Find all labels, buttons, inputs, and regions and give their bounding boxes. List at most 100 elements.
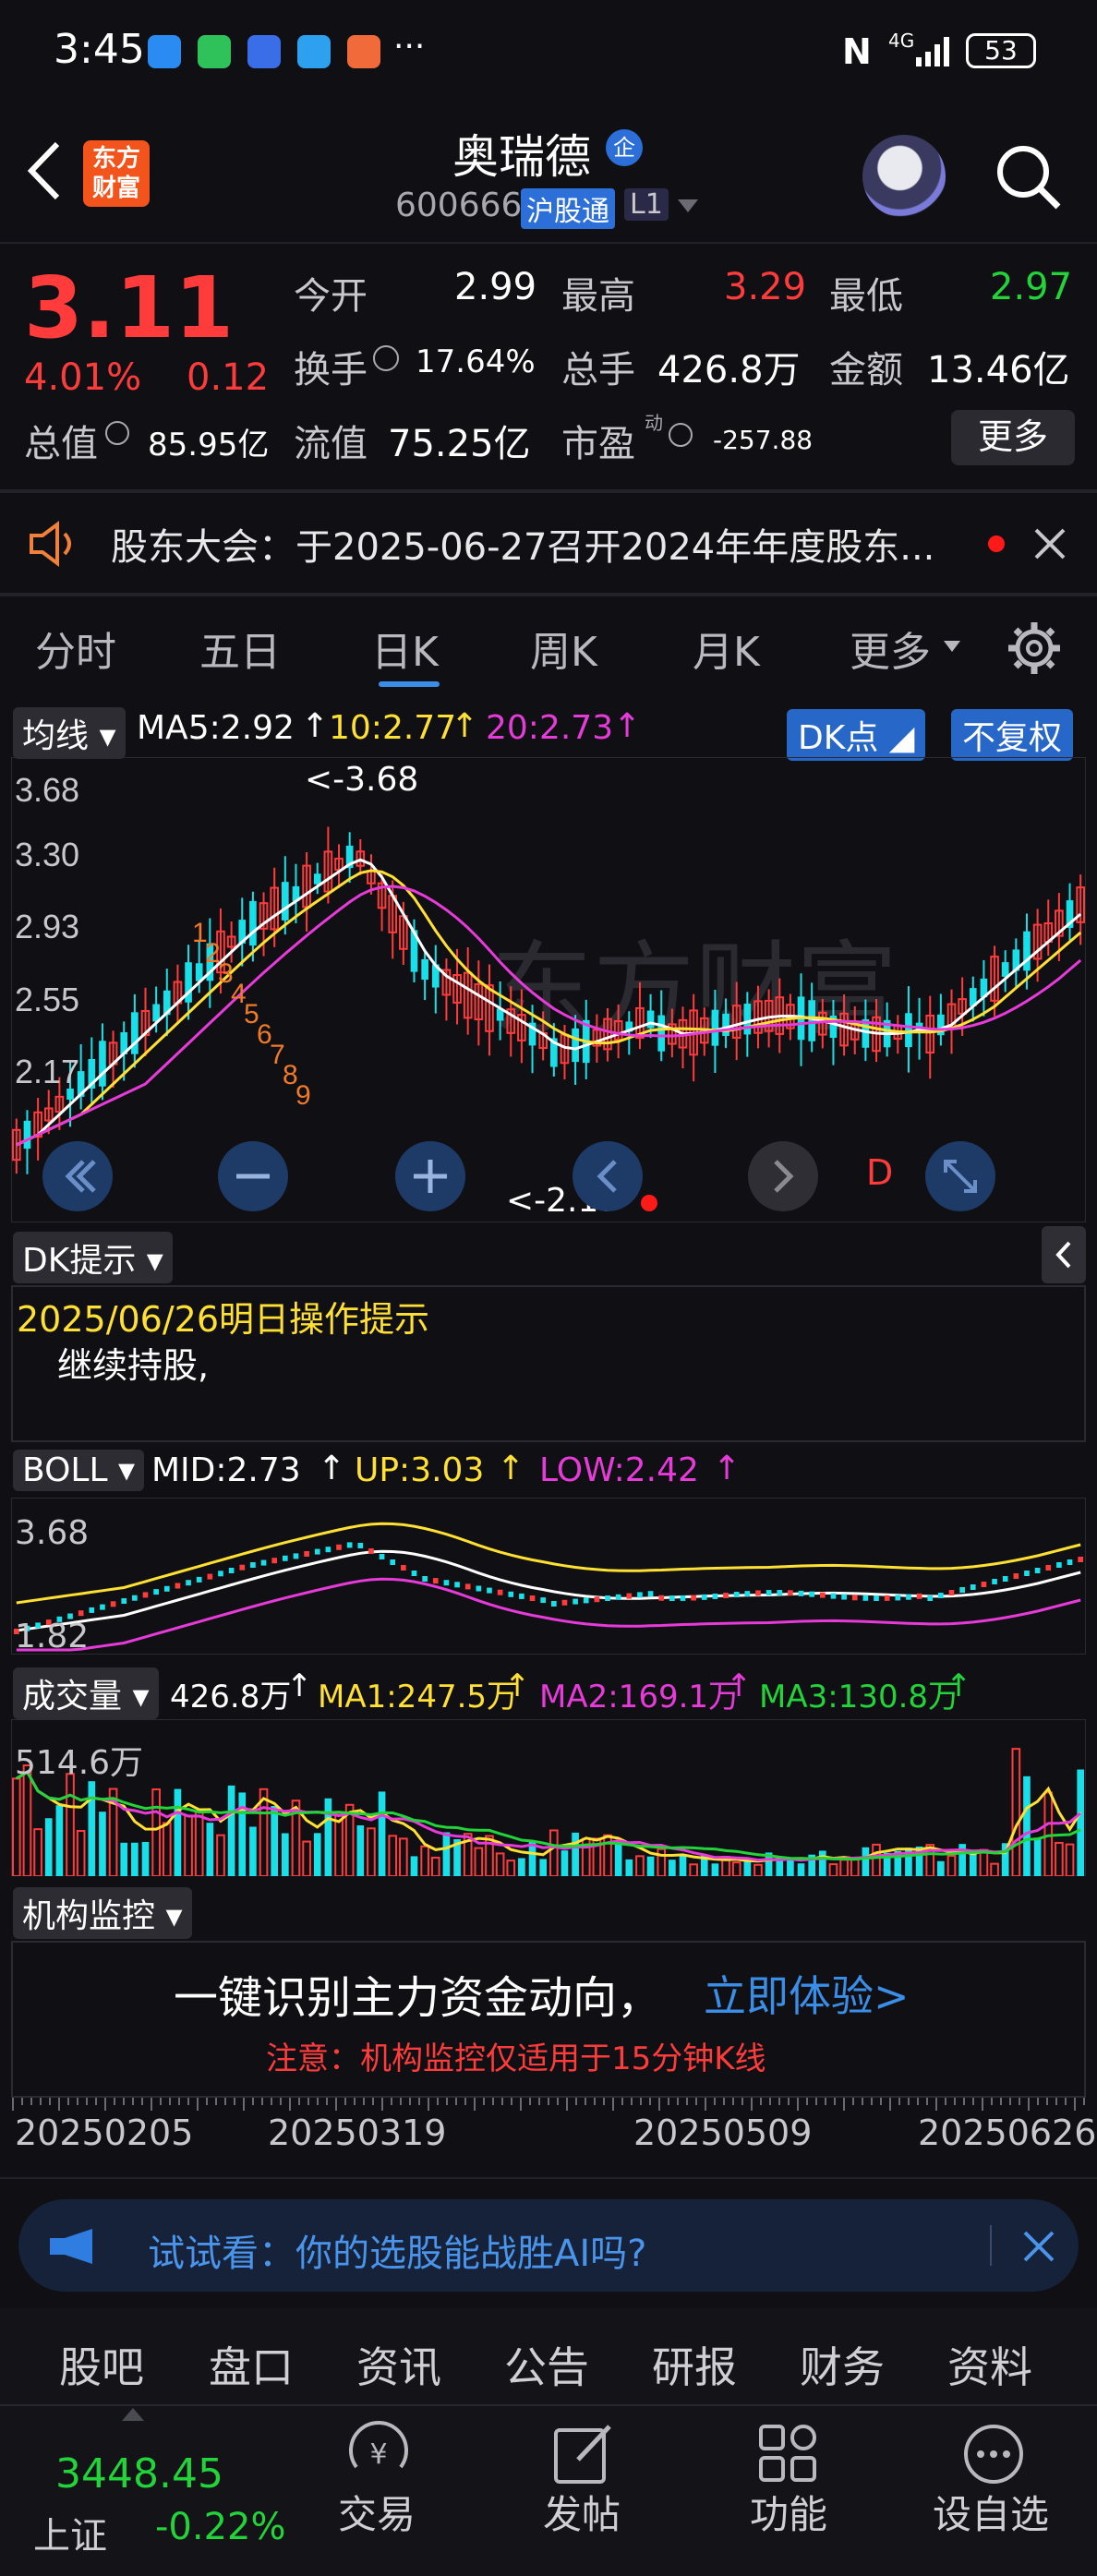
volume-bar: [979, 1848, 989, 1876]
zoom-in-button[interactable]: [395, 1141, 465, 1211]
dk-tip-select[interactable]: DK提示 ▾: [13, 1232, 173, 1283]
boll-candle: [1024, 1571, 1030, 1576]
ai-robot-icon[interactable]: [862, 135, 946, 218]
tab-announcements[interactable]: 公告: [504, 2334, 589, 2395]
boll-candle: [992, 1579, 997, 1584]
arrow-up-icon: ↑: [504, 1667, 531, 1704]
tab-financials[interactable]: 财务: [800, 2334, 885, 2395]
boll-select[interactable]: BOLL ▾: [13, 1450, 145, 1491]
close-icon[interactable]: [1021, 2229, 1056, 2264]
volume-bar: [44, 1818, 53, 1876]
tab-five-day[interactable]: 五日: [199, 619, 281, 678]
volume-bar: [689, 1863, 698, 1876]
yen-circle-icon[interactable]: ¥: [344, 2421, 414, 2487]
divider: [0, 2177, 1097, 2179]
dk-point-button[interactable]: DK点 ◢: [787, 709, 926, 761]
zoom-out-button[interactable]: [218, 1141, 288, 1211]
tab-order-book[interactable]: 盘口: [209, 2334, 294, 2395]
tab-research[interactable]: 研报: [652, 2334, 737, 2395]
notice-bar[interactable]: 股东大会：于2025-06-27召开2024年年度股东...: [0, 493, 1097, 593]
volume-bar: [862, 1847, 870, 1876]
volume-bar: [388, 1835, 398, 1876]
candle-body: [23, 1120, 31, 1150]
adjust-button[interactable]: 不复权: [951, 709, 1074, 761]
inst-headline: 一键识别主力资金动向，: [174, 1972, 662, 2024]
chevron-down-icon[interactable]: [678, 199, 698, 214]
chevron-down-icon: [944, 641, 960, 652]
ma20-label: 20:2.73: [486, 709, 614, 747]
megaphone-icon: [50, 2229, 92, 2264]
tab-weekly-k[interactable]: 周K: [530, 619, 597, 678]
boll-candle: [755, 1590, 761, 1596]
inst-cta-link[interactable]: 立即体验>: [704, 1963, 910, 2024]
boll-chart[interactable]: [11, 1498, 1086, 1655]
candle-body: [722, 1013, 729, 1036]
index-ticker[interactable]: 3448.45 上证 -0.22%: [0, 2406, 305, 2576]
boll-candle: [744, 1591, 751, 1597]
boll-candle: [218, 1571, 223, 1577]
gear-icon[interactable]: [1007, 620, 1062, 676]
nav-post[interactable]: 发帖: [543, 2484, 621, 2540]
tab-profile[interactable]: 资料: [947, 2334, 1032, 2395]
tab-more[interactable]: 更多: [850, 619, 931, 678]
volume-chart[interactable]: [11, 1719, 1086, 1876]
boll-candle: [432, 1578, 439, 1584]
pe-superscript: 动: [645, 412, 663, 434]
scroll-right-button[interactable]: [748, 1141, 818, 1211]
arrow-up-icon: ↑: [301, 707, 330, 745]
ma10-label: 10:2.77: [329, 709, 457, 747]
indicator-select-label: 均线: [22, 717, 90, 755]
indicator-select[interactable]: 均线 ▾: [13, 707, 126, 759]
volume-bar: [474, 1847, 484, 1876]
back-icon[interactable]: [20, 138, 66, 203]
boll-candle: [551, 1601, 557, 1607]
fullscreen-button[interactable]: [925, 1141, 995, 1211]
tab-forum[interactable]: 股吧: [59, 2334, 144, 2395]
more-button[interactable]: 更多: [951, 410, 1075, 465]
volume-bar: [679, 1854, 687, 1876]
promo-banner[interactable]: 试试看：你的选股能战胜AI吗?: [18, 2199, 1079, 2292]
boll-candle: [916, 1593, 922, 1599]
nav-trade[interactable]: 交易: [338, 2484, 416, 2540]
amount-value: 13.46亿: [927, 349, 1070, 391]
volume-bar: [776, 1860, 784, 1876]
boll-candle: [1067, 1559, 1073, 1565]
search-icon[interactable]: [994, 142, 1064, 212]
nav-functions[interactable]: 功能: [750, 2484, 827, 2540]
info-icon[interactable]: [669, 423, 693, 447]
volume-select[interactable]: 成交量 ▾: [13, 1667, 159, 1719]
boll-mid: MID:2.73: [151, 1451, 301, 1489]
boll-candle: [830, 1593, 837, 1599]
close-icon[interactable]: [1032, 526, 1067, 561]
scroll-left-button[interactable]: [573, 1141, 643, 1211]
company-badge: 企: [606, 129, 643, 166]
logo-line2: 财富: [91, 175, 140, 202]
volume-bar: [495, 1852, 505, 1876]
boll-candle: [142, 1592, 149, 1598]
tab-daily-k[interactable]: 日K: [371, 619, 439, 678]
nav-add-watchlist[interactable]: 设自选: [933, 2484, 1049, 2540]
volume-ma3: MA3:130.8万: [759, 1679, 960, 1715]
boll-candle: [788, 1590, 793, 1596]
grid-icon[interactable]: [755, 2421, 822, 2487]
tab-monthly-k[interactable]: 月K: [693, 619, 760, 678]
volume-bar: [131, 1842, 139, 1876]
inst-monitor-select[interactable]: 机构监控 ▾: [13, 1887, 192, 1939]
tab-news[interactable]: 资讯: [356, 2334, 441, 2395]
edit-icon[interactable]: [550, 2421, 617, 2487]
info-icon[interactable]: [105, 421, 129, 445]
scroll-left-fast-button[interactable]: [42, 1141, 113, 1211]
stock-name[interactable]: 奥瑞德: [452, 120, 591, 187]
x-date-2: 20250319: [268, 2113, 447, 2153]
divider: [990, 2225, 992, 2266]
info-icon[interactable]: [373, 345, 399, 371]
x-date-1: 20250205: [15, 2113, 194, 2153]
mktcap-label: 总值: [24, 423, 98, 465]
tab-intraday[interactable]: 分时: [35, 619, 116, 678]
volume-bar: [194, 1810, 204, 1876]
boll-candle: [1034, 1568, 1041, 1573]
more-circle-icon[interactable]: [960, 2421, 1027, 2487]
collapse-button[interactable]: [1042, 1226, 1086, 1283]
boll-candle: [573, 1598, 578, 1605]
boll-candle: [314, 1548, 320, 1555]
